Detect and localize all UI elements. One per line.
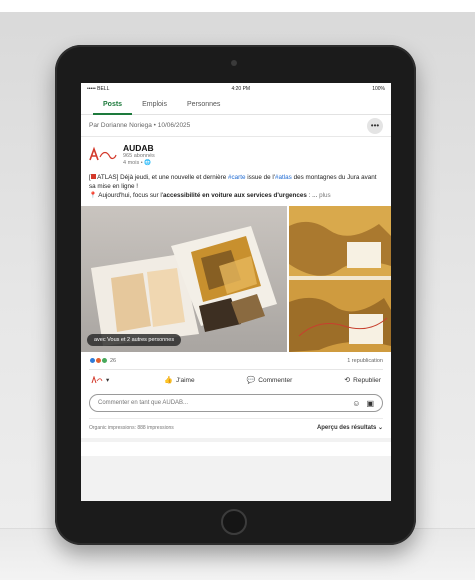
globe-icon: 🌐 [144, 160, 152, 166]
post-bold-text: accessibilité en voiture aux services d'… [162, 192, 307, 199]
tab-personnes[interactable]: Personnes [177, 95, 230, 115]
chevron-down-icon: ⌄ [377, 425, 383, 431]
audab-mini-logo-icon [91, 376, 103, 384]
post-time: 4 mois • 🌐 [123, 160, 155, 167]
battery-label: 100% [372, 86, 385, 92]
pin-icon: 📍 [89, 192, 97, 199]
reaction-summary[interactable]: 26 [89, 357, 116, 364]
front-camera [231, 60, 237, 66]
comment-icon: 💬 [246, 377, 256, 384]
hashtag-atlas[interactable]: #atlas [275, 174, 292, 181]
followers-count: 965 abonnés [123, 153, 155, 159]
impressions-text: Organic impressions: 888 impressions [89, 424, 174, 431]
comment-input-icons: ☺ ▣ [352, 399, 374, 408]
tablet-screen: ••••• BELL 4:20 PM 100% Posts Emplois Pe… [81, 83, 391, 501]
comment-button[interactable]: 💬 Commenter [246, 376, 293, 385]
post-text-part: Aujourd'hui, focus sur l' [96, 192, 163, 199]
time-ago: 4 mois • [123, 160, 145, 166]
comment-row: Commenter en tant que AUDAB... ☺ ▣ [89, 390, 383, 418]
audab-logo-mark [89, 146, 117, 161]
repost-icon: ⟲ [344, 377, 351, 384]
reaction-count: 26 [110, 357, 117, 364]
post-actions: ▾ 👍 J'aime 💬 Commenter ⟲ Republier [89, 370, 383, 390]
like-label: J'aime [175, 376, 195, 384]
accessibility-map [289, 206, 391, 352]
next-post-card [81, 442, 391, 456]
like-button[interactable]: 👍 J'aime [164, 376, 195, 385]
see-more-link[interactable]: plus [319, 192, 331, 199]
repost-button[interactable]: ⟲ Republier [344, 376, 381, 385]
post-card: AUDAB 965 abonnés 4 mois • 🌐 [ ATLAS] Dé… [81, 137, 391, 438]
author-name[interactable]: AUDAB [123, 143, 155, 153]
reactions-bar: 26 1 republication [89, 352, 383, 370]
emoji-icon[interactable]: ☺ [352, 399, 360, 408]
map-photo[interactable] [289, 206, 391, 352]
clock-label: 4:20 PM [231, 86, 251, 92]
post-images[interactable]: avec Vous et 2 autres personnes [81, 206, 391, 352]
tab-bar: Posts Emplois Personnes [81, 95, 391, 115]
repost-count[interactable]: 1 republication [347, 358, 383, 364]
post-body: [ ATLAS] Déjà jeudi, et une nouvelle et … [89, 173, 383, 200]
tab-emplois[interactable]: Emplois [132, 95, 177, 115]
tablet-device: ••••• BELL 4:20 PM 100% Posts Emplois Pe… [55, 45, 416, 545]
backdrop-top [0, 0, 475, 12]
image-icon[interactable]: ▣ [366, 399, 374, 408]
atlas-book-photo[interactable]: avec Vous et 2 autres personnes [81, 206, 287, 352]
post-text-part: ATLAS] Déjà jeudi, et une nouvelle et de… [95, 174, 228, 181]
tagged-people-pill[interactable]: avec Vous et 2 autres personnes [87, 334, 182, 346]
atlas-book-illustration [81, 206, 287, 352]
react-as-button[interactable]: ▾ [91, 376, 112, 384]
results-preview-link[interactable]: Aperçu des résultats ⌄ [317, 424, 383, 431]
post-footer: Organic impressions: 888 impressions Ape… [89, 418, 383, 438]
thumbs-up-icon: 👍 [164, 377, 173, 384]
post-text-part: : ... [306, 192, 318, 199]
tab-posts[interactable]: Posts [93, 95, 133, 115]
repost-label: Republier [353, 376, 381, 384]
hashtag-carte[interactable]: #carte [228, 174, 246, 181]
audab-logo [89, 143, 117, 165]
more-options-icon[interactable]: ••• [367, 117, 383, 134]
status-bar: ••••• BELL 4:20 PM 100% [81, 83, 391, 95]
comment-label: Commenter [258, 376, 293, 384]
post-text-part: issue de l' [245, 174, 276, 181]
chevron-down-icon: ▾ [106, 377, 110, 384]
comment-input[interactable]: Commenter en tant que AUDAB... ☺ ▣ [89, 394, 383, 412]
post-author[interactable]: AUDAB 965 abonnés 4 mois • 🌐 [89, 143, 383, 167]
carrier-label: ••••• BELL [87, 86, 110, 92]
results-preview-label: Aperçu des résultats [316, 425, 377, 431]
support-reaction-icon [101, 357, 108, 364]
comment-placeholder: Commenter en tant que AUDAB... [98, 400, 189, 406]
repost-header: Par Dorianne Noriega • 10/06/2025 ••• [81, 115, 391, 137]
home-button[interactable] [221, 509, 247, 535]
repost-text: Par Dorianne Noriega • 10/06/2025 [89, 122, 191, 129]
